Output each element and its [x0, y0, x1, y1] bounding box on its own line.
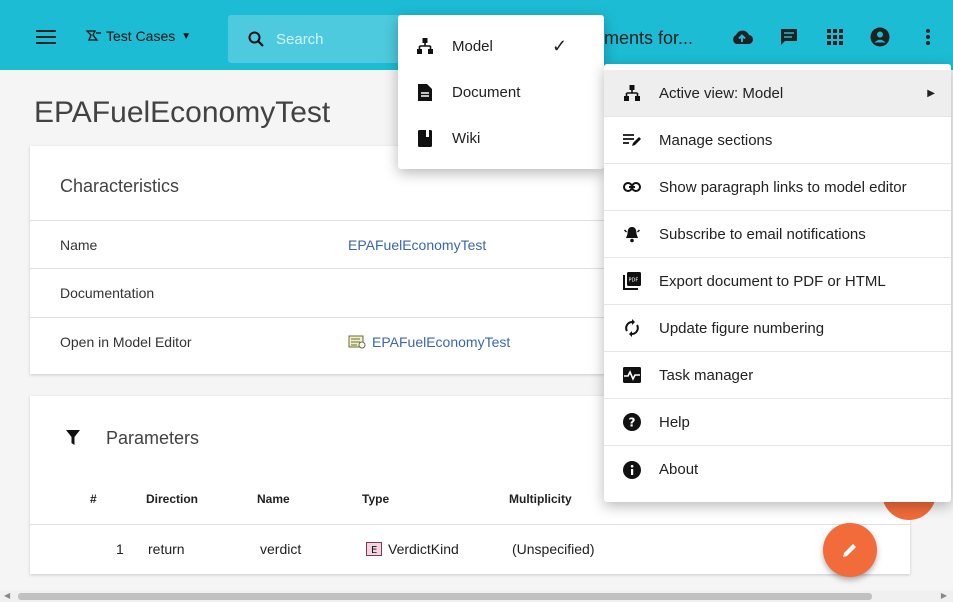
flask-icon — [86, 30, 101, 41]
view-menu-label: Model — [452, 37, 493, 55]
filter-icon[interactable] — [66, 430, 80, 446]
view-menu-label: Wiki — [452, 129, 481, 147]
cell-number: 1 — [116, 541, 124, 557]
menu-item-label: Subscribe to email notifications — [659, 225, 866, 243]
menu-item-paragraph-links[interactable]: Show paragraph links to model editor — [604, 164, 951, 211]
row-label: Documentation — [60, 285, 155, 301]
menu-item-label: Update figure numbering — [659, 319, 825, 337]
type-text: VerdictKind — [388, 541, 459, 557]
cloud-upload-icon[interactable] — [731, 26, 753, 48]
menu-item-export-pdf[interactable]: PDF Export document to PDF or HTML — [604, 258, 951, 305]
menu-item-help[interactable]: ? Help — [604, 399, 951, 446]
search-icon — [248, 31, 264, 47]
menu-item-label: Show paragraph links to model editor — [659, 178, 907, 196]
info-icon — [622, 460, 642, 480]
horizontal-scrollbar[interactable]: ◀ ▶ — [0, 591, 953, 602]
menu-item-subscribe-email[interactable]: Subscribe to email notifications — [604, 211, 951, 258]
view-menu-item-model[interactable]: Model ✓ — [398, 23, 604, 69]
name-link[interactable]: EPAFuelEconomyTest — [348, 237, 486, 253]
svg-text:?: ? — [629, 416, 636, 430]
cell-name: verdict — [260, 541, 302, 557]
cell-multiplicity: (Unspecified) — [512, 541, 595, 557]
test-cases-dropdown[interactable]: Test Cases ▼ — [86, 28, 191, 44]
pulse-monitor-icon — [622, 365, 642, 385]
column-header-multiplicity[interactable]: Multiplicity — [509, 492, 572, 506]
characteristic-row-name: Name EPAFuelEconomyTest — [30, 220, 650, 268]
menu-item-about[interactable]: About — [604, 446, 951, 493]
refresh-icon — [622, 318, 642, 338]
column-header-name[interactable]: Name — [257, 492, 290, 506]
caret-down-icon: ▼ — [181, 30, 192, 42]
page-title: EPAFuelEconomyTest — [34, 96, 331, 129]
model-element-icon — [348, 335, 366, 349]
menu-item-label: Help — [659, 413, 690, 431]
edit-fab-button[interactable] — [823, 523, 877, 577]
view-switch-menu: Model ✓ Document Wiki — [398, 15, 604, 169]
cell-type: E VerdictKind — [366, 541, 459, 557]
column-header-type[interactable]: Type — [362, 492, 389, 506]
document-title: ments for... — [604, 28, 694, 48]
menu-item-label: Manage sections — [659, 131, 773, 149]
view-menu-item-document[interactable]: Document — [398, 69, 604, 115]
column-header-number[interactable]: # — [90, 492, 97, 506]
column-header-direction[interactable]: Direction — [146, 492, 198, 506]
menu-item-manage-sections[interactable]: Manage sections — [604, 117, 951, 164]
menu-item-label: Task manager — [659, 366, 754, 384]
account-circle-icon[interactable] — [869, 26, 891, 48]
sitemap-icon — [416, 37, 434, 55]
menu-item-label: About — [659, 461, 699, 478]
pencil-icon — [843, 544, 856, 557]
characteristic-row-model-editor: Open in Model Editor EPAFuelEconomyTest — [30, 317, 650, 365]
document-icon — [416, 83, 434, 101]
more-vertical-icon[interactable] — [917, 26, 939, 48]
help-circle-icon: ? — [622, 412, 642, 432]
book-icon — [416, 129, 434, 147]
view-menu-item-wiki[interactable]: Wiki — [398, 115, 604, 161]
comment-icon[interactable] — [778, 26, 800, 48]
row-label: Name — [60, 237, 98, 253]
parameters-title: Parameters — [106, 428, 200, 448]
scrollbar-thumb[interactable] — [18, 593, 872, 600]
cell-direction: return — [148, 541, 185, 557]
model-editor-link-text: EPAFuelEconomyTest — [372, 334, 511, 350]
menu-item-label: Active view: Model — [659, 84, 784, 102]
row-label: Open in Model Editor — [60, 334, 192, 350]
pdf-icon: PDF — [622, 271, 642, 291]
scroll-left-arrow-icon[interactable]: ◀ — [4, 591, 10, 600]
playlist-edit-icon — [622, 130, 642, 150]
search-input[interactable] — [276, 30, 396, 48]
submenu-arrow-icon: ▶ — [927, 87, 935, 99]
characteristics-title: Characteristics — [60, 176, 180, 196]
apps-grid-icon[interactable] — [824, 26, 846, 48]
test-cases-label: Test Cases — [106, 28, 176, 44]
bell-ring-icon — [622, 224, 642, 244]
menu-item-label: Export document to PDF or HTML — [659, 272, 886, 290]
menu-item-active-view[interactable]: Active view: Model ▶ — [604, 70, 951, 117]
view-menu-label: Document — [452, 83, 521, 101]
svg-text:PDF: PDF — [629, 278, 639, 284]
table-row[interactable]: 1 return verdict E VerdictKind (Unspecif… — [30, 524, 910, 572]
characteristics-card: Characteristics Name EPAFuelEconomyTest … — [30, 146, 650, 374]
open-in-model-editor-link[interactable]: EPAFuelEconomyTest — [348, 334, 510, 350]
hamburger-menu-icon[interactable] — [36, 30, 56, 44]
menu-item-update-figure-numbering[interactable]: Update figure numbering — [604, 305, 951, 352]
scroll-right-arrow-icon[interactable]: ▶ — [941, 591, 947, 600]
menu-item-task-manager[interactable]: Task manager — [604, 352, 951, 399]
sitemap-icon — [622, 83, 642, 103]
characteristic-row-documentation: Documentation — [30, 268, 650, 316]
more-options-menu: Active view: Model ▶ Manage sections Sho… — [604, 64, 951, 502]
svg-text:E: E — [371, 545, 377, 556]
search-box[interactable] — [228, 15, 408, 63]
link-icon — [622, 177, 642, 197]
check-icon: ✓ — [552, 35, 568, 56]
enumeration-icon: E — [366, 542, 382, 556]
